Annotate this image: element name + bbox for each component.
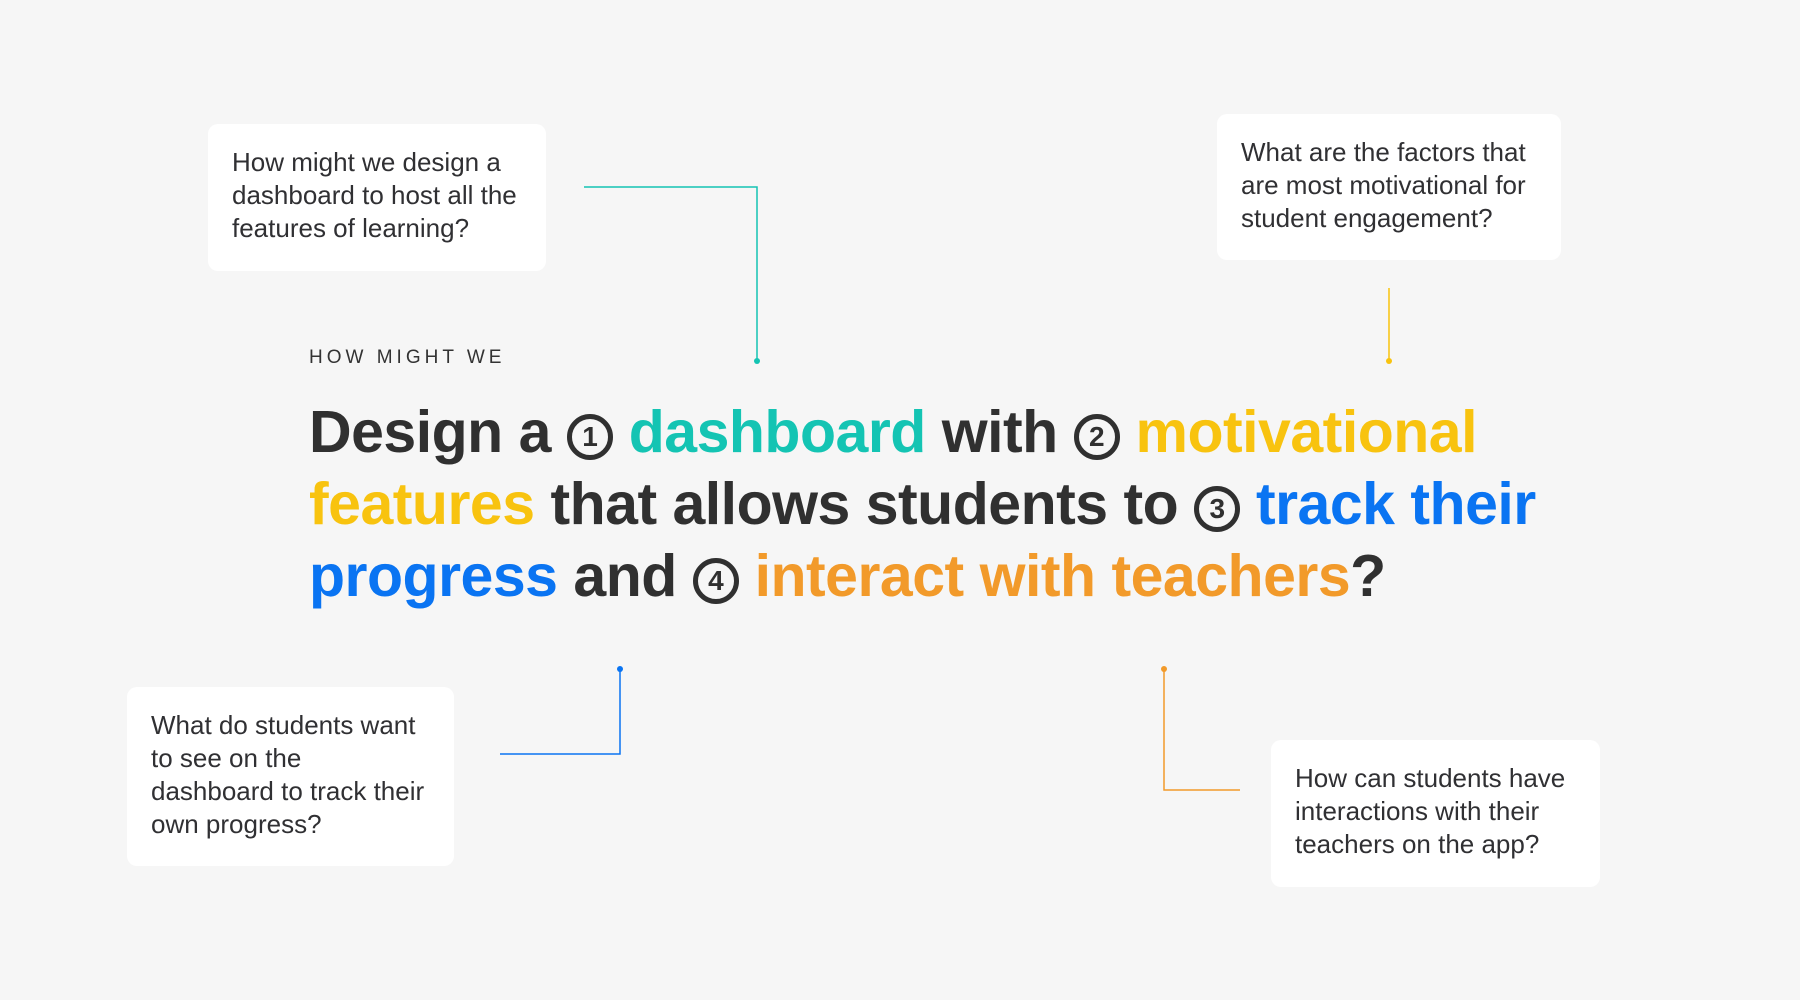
number-badge-1: 1 <box>566 414 613 460</box>
connector-progress <box>500 666 623 755</box>
interaction-question-text: How can students have interactions with … <box>1295 763 1566 859</box>
number-badge-4: 4 <box>692 558 739 604</box>
statement-text-5: ? <box>1350 543 1386 609</box>
number-badge-2: 2 <box>1073 414 1120 460</box>
progress-question-text: What do students want to see on the dash… <box>151 710 425 839</box>
connector-interaction <box>1161 666 1240 791</box>
motivation-question-card: What are the factors that are most motiv… <box>1217 114 1561 260</box>
hmw-statement: Design a 1 dashboard with 2 motivational… <box>309 396 1609 612</box>
hmw-canvas: How might we design a dashboard to host … <box>0 0 1800 1000</box>
statement-text-3: that allows students to <box>534 471 1195 537</box>
number-badge-3: 3 <box>1194 486 1241 532</box>
highlight-interact-teachers: interact with teachers <box>754 543 1351 609</box>
motivation-question-text: What are the factors that are most motiv… <box>1241 137 1526 233</box>
dashboard-question-card: How might we design a dashboard to host … <box>208 124 546 271</box>
connector-motivation <box>1386 288 1392 364</box>
statement-text-2: with <box>925 399 1074 465</box>
statement-text-4: and <box>557 543 693 609</box>
eyebrow-label: HOW MIGHT WE <box>309 347 506 368</box>
connector-dashboard <box>584 186 760 364</box>
highlight-dashboard: dashboard <box>628 399 927 465</box>
progress-question-card: What do students want to see on the dash… <box>127 687 454 866</box>
interaction-question-card: How can students have interactions with … <box>1271 740 1600 887</box>
dashboard-question-text: How might we design a dashboard to host … <box>232 147 517 243</box>
statement-text-1: Design a <box>309 399 567 465</box>
